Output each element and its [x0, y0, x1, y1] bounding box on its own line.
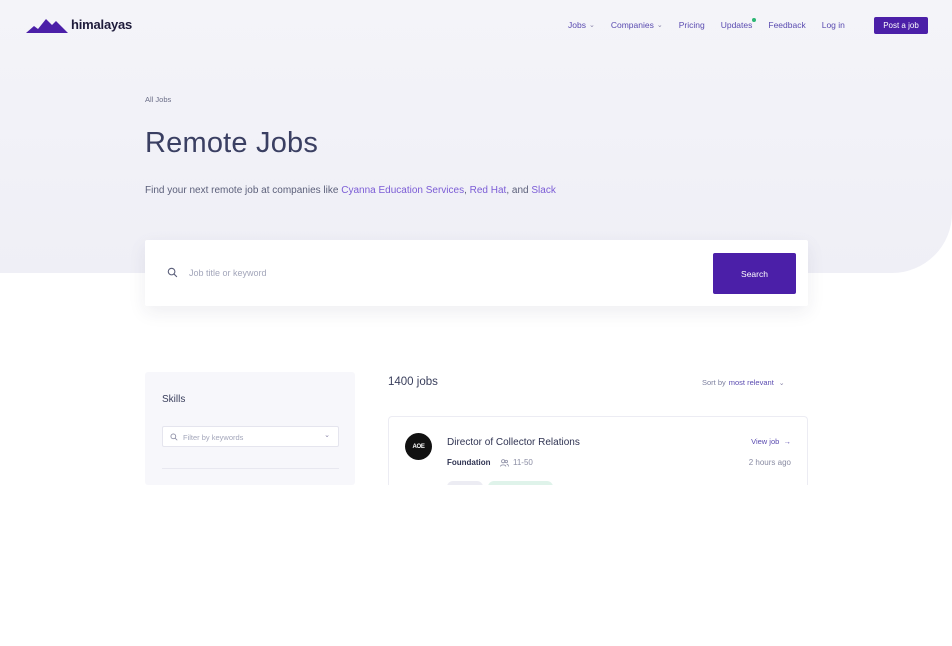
arrow-right-icon: → [781, 437, 791, 446]
job-card[interactable]: AOE Director of Collector Relations Foun… [388, 416, 808, 485]
nav-companies[interactable]: Companies ⌄ [611, 20, 663, 30]
company-logo: AOE [405, 433, 432, 460]
job-title[interactable]: Director of Collector Relations [447, 437, 580, 448]
nav-updates-label: Updates [720, 20, 753, 30]
chevron-down-icon: ⌄ [656, 22, 663, 29]
company-link-redhat[interactable]: Red Hat [470, 185, 507, 196]
sort-control[interactable]: Sort by most relevant ⌄ [702, 378, 785, 387]
top-navigation: himalayas Jobs ⌄ Companies ⌄ Pricing Updat… [0, 0, 952, 52]
nav-updates[interactable]: Updates [720, 18, 757, 30]
search-card: Search [145, 240, 808, 306]
company-size-label: 11-50 [513, 458, 533, 467]
chevron-down-icon: ⌄ [776, 379, 785, 387]
skills-heading: Skills [162, 394, 186, 405]
divider [162, 468, 339, 469]
subtitle-prefix: Find your next remote job at companies l… [145, 185, 342, 196]
subtitle-separator: , and [506, 185, 532, 196]
brand-logo[interactable]: himalayas [26, 17, 132, 33]
notification-dot [752, 18, 757, 22]
search-icon [170, 433, 178, 441]
nav-jobs[interactable]: Jobs ⌄ [568, 20, 595, 30]
breadcrumb[interactable]: All Jobs [145, 95, 171, 104]
company-link-slack[interactable]: Slack [531, 185, 555, 196]
company-size: 11-50 [500, 458, 533, 467]
nav-feedback[interactable]: Feedback [768, 20, 805, 30]
brand-name: himalayas [71, 17, 133, 32]
nav-companies-label: Companies [610, 20, 654, 30]
chevron-down-icon: ⌄ [588, 22, 595, 29]
people-icon [500, 458, 509, 467]
search-button[interactable]: Search [713, 253, 796, 294]
sort-prefix: Sort by [702, 378, 726, 387]
company-link-cyanna[interactable]: Cyanna Education Services [341, 185, 464, 196]
job-tag [488, 481, 553, 485]
posted-time: 2 hours ago [748, 458, 791, 467]
nav-links: Jobs ⌄ Companies ⌄ Pricing Updates Feedbac… [568, 18, 845, 30]
job-tag [447, 481, 483, 485]
nav-login[interactable]: Log in [822, 20, 845, 30]
skills-filter-input[interactable] [183, 429, 323, 445]
sort-value: most relevant [728, 378, 774, 387]
results-count: 1400 jobs [388, 376, 438, 388]
page-title: Remote Jobs [145, 127, 319, 159]
job-tags [447, 481, 553, 485]
skills-filter[interactable]: ⌄ [162, 426, 339, 447]
page-subtitle: Find your next remote job at companies l… [145, 185, 556, 196]
filters-sidebar: Skills ⌄ [145, 372, 355, 485]
chevron-down-icon[interactable]: ⌄ [324, 431, 330, 439]
company-name[interactable]: Foundation [447, 458, 491, 467]
view-job-link[interactable]: View job → [751, 437, 791, 446]
search-icon [167, 267, 178, 278]
nav-pricing[interactable]: Pricing [679, 20, 705, 30]
mountain-logo-icon [26, 19, 68, 33]
post-job-button[interactable]: Post a job [874, 17, 928, 34]
view-job-label: View job [751, 437, 780, 446]
nav-jobs-label: Jobs [568, 20, 586, 30]
search-input[interactable] [189, 264, 689, 282]
